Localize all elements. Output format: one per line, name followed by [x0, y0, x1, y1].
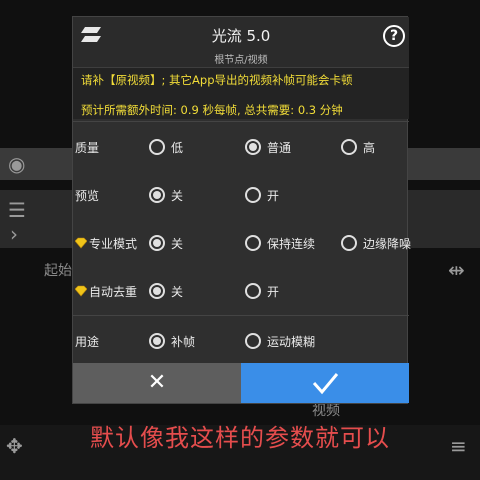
- preview-option-off[interactable]: 关: [149, 185, 183, 205]
- option-label: 关: [171, 236, 184, 251]
- option-label: 开: [267, 188, 280, 203]
- option-label: 低: [171, 140, 184, 155]
- radio-unselected[interactable]: [341, 235, 357, 251]
- option-label: 高: [363, 140, 376, 155]
- confirm-button[interactable]: [241, 363, 409, 403]
- divider: [73, 121, 409, 122]
- radio-selected[interactable]: [149, 283, 165, 299]
- auto-dedupe-text: 自动去重: [89, 284, 138, 299]
- pro-mode-label: 专业模式: [75, 233, 137, 253]
- purpose-option-motion-blur[interactable]: 运动模糊: [245, 331, 315, 351]
- radio-unselected[interactable]: [245, 235, 261, 251]
- optical-flow-dialog: 光流 5.0 根节点/视频 ? 请补【原视频】; 其它App导出的视频补帧可能会…: [72, 16, 411, 404]
- option-label: 关: [171, 284, 184, 299]
- radio-unselected[interactable]: [245, 283, 261, 299]
- option-label: 边缘降噪: [363, 236, 412, 251]
- option-label: 普通: [267, 140, 292, 155]
- quality-option-high[interactable]: 高: [341, 137, 375, 157]
- option-label: 运动模糊: [267, 334, 316, 349]
- preview-label: 预览: [75, 188, 100, 203]
- pro-mode-option-continuous[interactable]: 保持连续: [245, 233, 315, 253]
- caption-overlay: 默认像我这样的参数就可以: [90, 424, 390, 452]
- pro-mode-text: 专业模式: [89, 236, 138, 251]
- cancel-button[interactable]: ✕: [73, 363, 241, 403]
- layers-icon: ☰: [8, 198, 26, 222]
- background-start-label: 起始: [44, 263, 72, 279]
- radio-selected[interactable]: [245, 139, 261, 155]
- radio-selected[interactable]: [149, 235, 165, 251]
- dialog-header: 光流 5.0 根节点/视频 ?: [73, 17, 409, 67]
- pro-mode-option-off[interactable]: 关: [149, 233, 183, 253]
- radio-unselected[interactable]: [149, 139, 165, 155]
- notice-panel: 请补【原视频】; 其它App导出的视频补帧可能会卡顿 预计所需额外时间: 0.9…: [73, 67, 409, 119]
- quality-option-low[interactable]: 低: [149, 137, 183, 157]
- eye-icon: ◉: [8, 152, 26, 176]
- auto-dedupe-label: 自动去重: [75, 281, 137, 301]
- preview-option-on[interactable]: 开: [245, 185, 279, 205]
- notice-time-estimate: 预计所需额外时间: 0.9 秒每帧, 总共需要: 0.3 分钟: [81, 103, 343, 117]
- premium-diamond-icon: [75, 237, 87, 249]
- dialog-title: 光流 5.0: [211, 27, 271, 45]
- option-label: 开: [267, 284, 280, 299]
- purpose-option-interpolate[interactable]: 补帧: [149, 331, 195, 351]
- quality-option-normal[interactable]: 普通: [245, 137, 291, 157]
- auto-dedupe-option-on[interactable]: 开: [245, 281, 279, 301]
- option-label: 关: [171, 188, 184, 203]
- notice-warning: 请补【原视频】; 其它App导出的视频补帧可能会卡顿: [81, 73, 353, 87]
- dialog-breadcrumb: 根节点/视频: [214, 55, 268, 66]
- option-label: 补帧: [171, 334, 196, 349]
- divider: [73, 315, 409, 316]
- radio-selected[interactable]: [149, 333, 165, 349]
- auto-dedupe-option-off[interactable]: 关: [149, 281, 183, 301]
- pro-mode-option-edge-denoise[interactable]: 边缘降噪: [341, 233, 411, 253]
- radio-unselected[interactable]: [245, 333, 261, 349]
- radio-unselected[interactable]: [245, 187, 261, 203]
- purpose-label: 用途: [75, 334, 100, 349]
- checkmark-icon: [312, 373, 339, 395]
- expand-icon: ⇹: [448, 258, 465, 282]
- chevron-right-icon: ›: [10, 222, 18, 246]
- quality-label: 质量: [75, 140, 100, 155]
- option-label: 保持连续: [267, 236, 316, 251]
- help-icon[interactable]: ?: [383, 25, 405, 47]
- premium-diamond-icon: [75, 285, 87, 297]
- radio-unselected[interactable]: [341, 139, 357, 155]
- radio-selected[interactable]: [149, 187, 165, 203]
